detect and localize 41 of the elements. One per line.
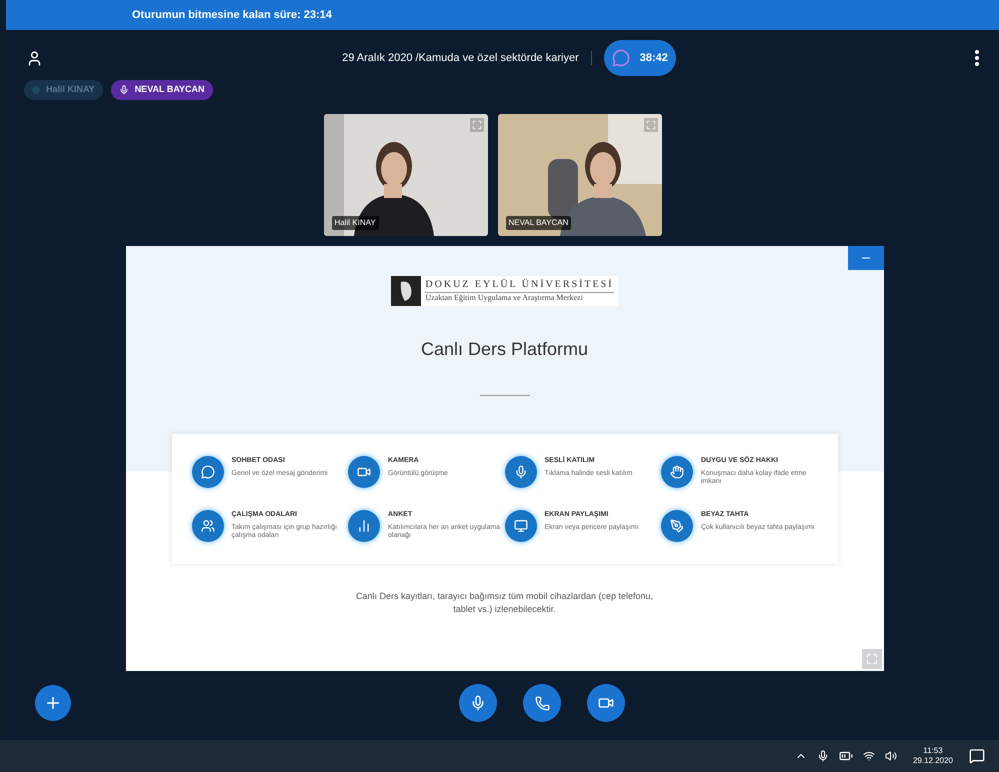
taskbar-clock[interactable]: 11:53 29.12.2020 (912, 746, 953, 766)
minimize-presentation-button[interactable] (848, 246, 884, 270)
emblem-icon (391, 276, 422, 306)
chat-icon (612, 49, 630, 67)
user-list-button[interactable] (26, 50, 43, 66)
volume-icon[interactable] (884, 750, 897, 762)
hand-icon (661, 456, 693, 488)
participant-name: Halil KINAY (332, 216, 379, 230)
recording-timer-button[interactable]: 38:42 (604, 40, 676, 76)
pen-icon (661, 510, 693, 542)
video-tile[interactable]: Halil KINAY (324, 114, 488, 236)
fullscreen-icon (866, 653, 878, 665)
plus-icon (44, 694, 62, 712)
university-name: DOKUZ EYLÜL ÜNİVERSİTESİ (425, 279, 614, 293)
user-icon (26, 50, 43, 66)
microphone-icon[interactable] (816, 750, 829, 762)
microphone-icon (470, 695, 486, 711)
phone-button[interactable] (523, 684, 561, 722)
notifications-icon[interactable] (969, 748, 985, 764)
video-tile[interactable]: NEVAL BAYCAN (498, 114, 662, 236)
camera-icon (348, 456, 380, 488)
slide-footer-text: Canlı Ders kayıtları, tarayıcı bağımsız tüm mobil cihazlardan (cep telefonu, tablet vs.) izlenebilecektir. (354, 590, 654, 616)
monitor-icon (504, 510, 536, 542)
more-icon (975, 50, 979, 66)
options-menu-button[interactable] (975, 50, 979, 66)
session-time-text: Oturumun bitmesine kalan süre: 23:14 (132, 8, 332, 23)
phone-icon (534, 696, 550, 710)
talking-indicator[interactable]: NEVAL BAYCAN (110, 80, 213, 100)
microphone-icon (504, 456, 536, 488)
participant-name: NEVAL BAYCAN (506, 216, 572, 230)
camera-button[interactable] (587, 684, 625, 722)
meeting-title: 29 Aralık 2020 /Kamuda ve özel sektörde kariyer (342, 50, 579, 66)
users-icon (192, 510, 224, 542)
actions-button[interactable] (35, 685, 71, 721)
center-name: Uzaktan Eğitim Uygulama ve Araştırma Merkezi (425, 292, 584, 303)
battery-icon[interactable] (838, 749, 853, 763)
slide-title: Canlı Ders Platformu (420, 338, 588, 361)
microphone-button[interactable] (459, 684, 497, 722)
microphone-icon (118, 85, 129, 95)
chat-icon (192, 456, 224, 488)
bar-chart-icon (348, 510, 380, 542)
